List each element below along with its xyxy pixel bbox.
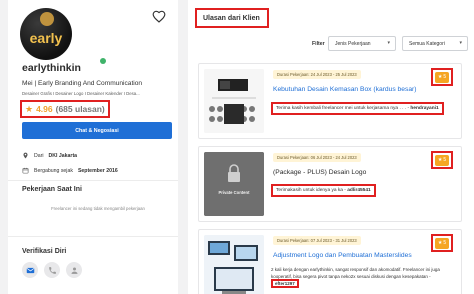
review-rating: ★ 5 [431, 68, 453, 86]
phone-icon [44, 262, 60, 278]
review-comment-text: Terimakasih untuk idenya ya ka - [276, 188, 346, 193]
review-job-title[interactable]: (Package - PLUS) Desain Logo [273, 169, 366, 176]
divider [8, 236, 178, 237]
location-row: Dari DKI Jakarta [22, 152, 77, 159]
review-author[interactable]: efter1297 [271, 279, 299, 288]
review-author[interactable]: hendrayani1 [410, 106, 438, 111]
review-rating-chip: ★ 5 [435, 237, 449, 249]
review-rating: ★ 5 [431, 234, 453, 252]
rating-value: 4.96 [36, 104, 53, 114]
review-job-title[interactable]: Kebutuhan Desain Kemasan Box (kardus bes… [273, 86, 417, 93]
job-duration-chip: Durasi Pekerjaan: 07 Jul 2023 - 31 Jul 2… [273, 236, 361, 245]
review-rating-value: 5 [443, 157, 447, 163]
review-card: Durasi Pekerjaan: 07 Jul 2023 - 31 Jul 2… [198, 229, 462, 294]
rating-summary: ★ 4.96 (685 ulasan) [20, 100, 110, 118]
calendar-icon [22, 167, 29, 174]
review-card: Private Content Durasi Pekerjaan: 06 Jul… [198, 146, 462, 222]
avatar-mark [40, 12, 54, 26]
divider [8, 180, 178, 181]
review-rating-chip: ★ 5 [435, 71, 449, 83]
chevron-down-icon: ▾ [387, 40, 390, 46]
review-comment: Terima kasih kembali freelancer mei untu… [271, 102, 444, 115]
job-duration-chip: Durasi Pekerjaan: 06 Jul 2023 - 24 Jul 2… [273, 153, 361, 162]
review-card: Durasi Pekerjaan: 24 Jul 2023 - 25 Jul 2… [198, 63, 462, 139]
private-content-label: Private Content [218, 190, 250, 195]
review-comment: 2 kali kerja dengan earlythinkin, sangat… [271, 266, 457, 288]
verification-title: Verifikasi Diri [22, 248, 67, 255]
username: earlythinkin [22, 62, 81, 74]
verified-badge-icon [100, 58, 106, 64]
review-thumbnail[interactable] [204, 69, 264, 133]
review-comment: Terimakasih untuk idenya ya ka - adlir45… [271, 184, 376, 197]
profile-card: early earlythinkin Mei | Early Branding … [8, 0, 178, 294]
joined-value: September 2016 [77, 167, 118, 174]
review-thumbnail[interactable] [204, 235, 264, 294]
location-prefix: Dari [34, 152, 44, 159]
verification-icons [22, 262, 82, 278]
chat-negotiate-button[interactable]: Chat & Negosiasi [22, 122, 172, 139]
star-icon: ★ [437, 74, 443, 80]
current-jobs-empty: Freelancer ini sedang tidak mengambil pe… [51, 206, 145, 211]
current-jobs-title: Pekerjaan Saat Ini [22, 186, 82, 193]
job-type-select[interactable]: Jenis Pekerjaan ▾ [328, 36, 396, 51]
job-duration-chip: Durasi Pekerjaan: 24 Jul 2023 - 25 Jul 2… [273, 70, 361, 79]
review-comment-text: 2 kali kerja dengan earlythinkin, sangat… [271, 267, 440, 279]
review-thumbnail-private[interactable]: Private Content [204, 152, 264, 216]
rating-count[interactable]: (685 ulasan) [56, 104, 105, 114]
avatar-text: early [29, 30, 63, 46]
review-rating: ★ 5 [431, 151, 453, 169]
chevron-down-icon: ▾ [459, 40, 462, 46]
filter-label: Filter [312, 41, 325, 47]
category-select-value: Semua Kategori [409, 40, 445, 47]
tagline: Mei | Early Branding And Communication [22, 80, 143, 87]
star-icon: ★ [25, 103, 34, 114]
job-type-select-value: Jenis Pekerjaan [335, 40, 371, 47]
review-job-title[interactable]: Adjustment Logo dan Pembuatan Masterslid… [273, 252, 412, 259]
review-comment-text: Terima kasih kembali freelancer mei untu… [276, 106, 407, 111]
joined-prefix: Bergabung sejak [34, 167, 73, 174]
reviews-title: Ulasan dari Klien [195, 8, 269, 28]
location-pin-icon [22, 152, 29, 159]
category-select[interactable]: Semua Kategori ▾ [402, 36, 468, 51]
mail-icon [22, 262, 38, 278]
star-icon: ★ [437, 157, 443, 163]
joined-row: Bergabung sejak September 2016 [22, 167, 118, 174]
reviews-panel: Ulasan dari Klien Filter Jenis Pekerjaan… [188, 0, 474, 294]
avatar[interactable]: early [20, 8, 72, 60]
review-author[interactable]: adlir45541 [347, 188, 370, 193]
review-rating-value: 5 [443, 240, 447, 246]
location-value: DKI Jakarta [48, 152, 78, 159]
favorite-heart-icon[interactable] [152, 10, 166, 24]
review-rating-chip: ★ 5 [435, 154, 449, 166]
skills-list: Desainer Grafis I Desainer Logo I Desain… [22, 91, 140, 96]
star-icon: ★ [437, 240, 443, 246]
user-id-icon [66, 262, 82, 278]
review-rating-value: 5 [443, 74, 447, 80]
